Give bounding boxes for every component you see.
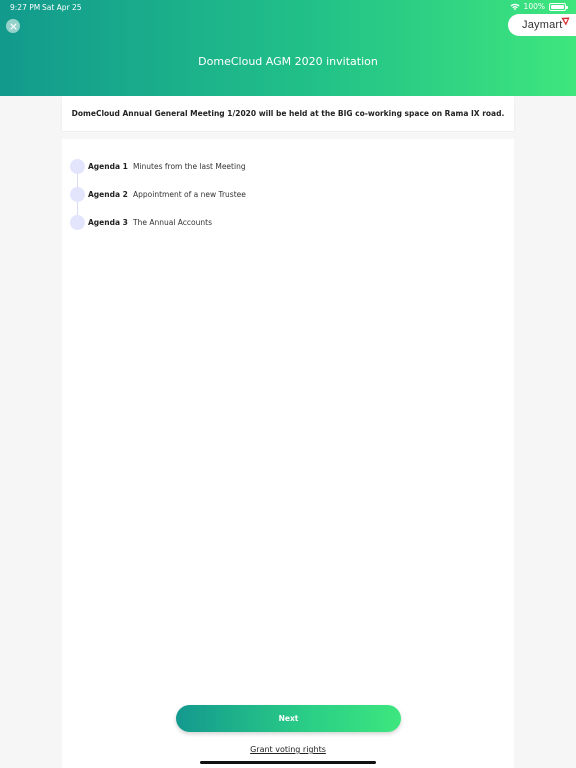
grant-voting-rights-link[interactable]: Grant voting rights [0, 745, 576, 754]
agenda-dot-icon [70, 158, 85, 174]
notice-card: DomeCloud Annual General Meeting 1/2020 … [62, 96, 514, 132]
status-time: 9:27 PM [10, 3, 41, 12]
agenda-dot-icon [70, 214, 85, 230]
status-date: Sat Apr 25 [42, 3, 82, 12]
close-button[interactable] [6, 19, 20, 33]
battery-percent: 100% [523, 2, 545, 11]
agenda-item[interactable]: Agenda 3 The Annual Accounts [70, 208, 490, 236]
agenda-title: Appointment of a new Trustee [133, 189, 246, 199]
close-icon [9, 22, 17, 30]
header-banner: 9:27 PM Sat Apr 25 100% Jaymart DomeClou… [0, 0, 576, 96]
battery-icon [549, 2, 568, 11]
agenda-label: Agenda 1 [88, 161, 128, 171]
next-button[interactable]: Next [176, 705, 401, 732]
brand-name: Jaymart [522, 19, 563, 31]
agenda-title: Minutes from the last Meeting [133, 161, 246, 171]
agenda-label: Agenda 3 [88, 217, 128, 227]
agenda-title: The Annual Accounts [133, 217, 212, 227]
agenda-item[interactable]: Agenda 1 Minutes from the last Meeting [70, 152, 490, 180]
status-right: 100% [510, 2, 568, 11]
page-title: DomeCloud AGM 2020 invitation [198, 55, 378, 68]
notice-text: DomeCloud Annual General Meeting 1/2020 … [71, 109, 505, 118]
content-divider [62, 133, 514, 139]
agenda-dot-icon [70, 186, 85, 202]
agenda-label: Agenda 2 [88, 189, 128, 199]
agenda-item[interactable]: Agenda 2 Appointment of a new Trustee [70, 180, 490, 208]
status-bar: 9:27 PM Sat Apr 25 100% [0, 0, 576, 14]
brand-badge: Jaymart [508, 14, 576, 36]
home-indicator [200, 761, 376, 764]
jaymart-logo-icon [561, 17, 570, 26]
wifi-icon [510, 3, 520, 10]
agenda-list: Agenda 1 Minutes from the last Meeting A… [70, 152, 490, 236]
